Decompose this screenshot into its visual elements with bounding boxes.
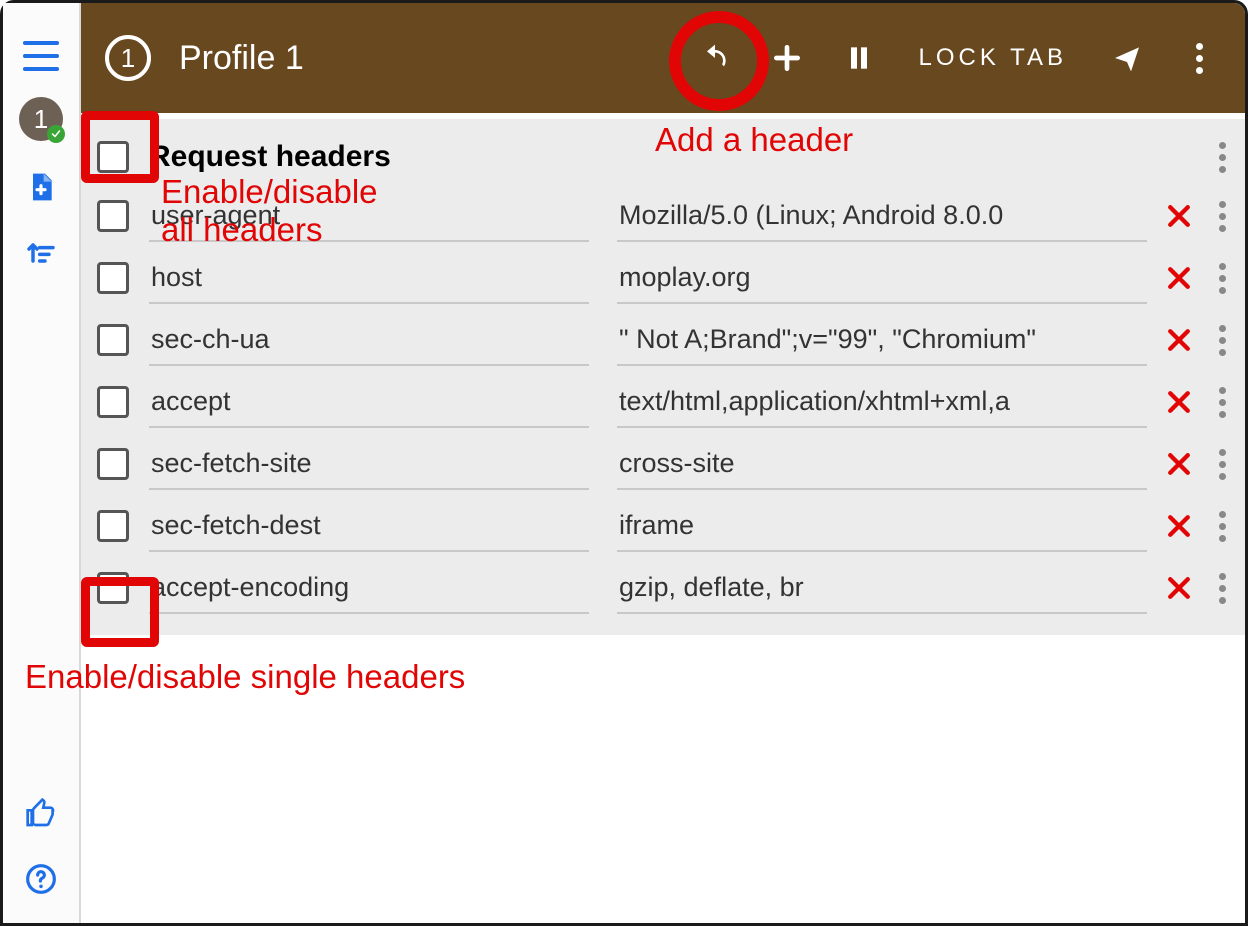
header-value[interactable]: " Not A;Brand";v="99", "Chromium" bbox=[617, 314, 1147, 366]
header-name[interactable]: sec-fetch-site bbox=[149, 438, 589, 490]
toggle-all-checkbox[interactable] bbox=[97, 141, 129, 173]
delete-icon[interactable] bbox=[1159, 320, 1199, 360]
header-row: sec-ch-ua " Not A;Brand";v="99", "Chromiu… bbox=[97, 309, 1239, 371]
header-value[interactable]: gzip, deflate, br bbox=[617, 562, 1147, 614]
more-icon[interactable] bbox=[1177, 36, 1221, 80]
section-title: Request headers bbox=[149, 140, 1199, 174]
row-menu[interactable] bbox=[1205, 506, 1239, 546]
delete-icon[interactable] bbox=[1159, 444, 1199, 484]
app-bar: 1 Profile 1 LOCK TAB bbox=[81, 3, 1245, 113]
header-value[interactable]: iframe bbox=[617, 500, 1147, 552]
header-name[interactable]: host bbox=[149, 252, 589, 304]
header-checkbox[interactable] bbox=[97, 386, 129, 418]
profile-indicator[interactable]: 1 bbox=[105, 35, 151, 81]
header-checkbox[interactable] bbox=[97, 510, 129, 542]
row-menu[interactable] bbox=[1205, 196, 1239, 236]
thumbs-up-icon[interactable] bbox=[21, 793, 61, 833]
header-checkbox[interactable] bbox=[97, 324, 129, 356]
add-file-icon[interactable] bbox=[21, 167, 61, 207]
header-checkbox[interactable] bbox=[97, 448, 129, 480]
content: Request headers user-agent Mozilla/5.0 (L… bbox=[81, 113, 1245, 923]
sort-icon[interactable] bbox=[21, 233, 61, 273]
header-row: sec-fetch-dest iframe bbox=[97, 495, 1239, 557]
share-icon[interactable] bbox=[1105, 36, 1149, 80]
header-name[interactable]: accept-encoding bbox=[149, 562, 589, 614]
header-row: user-agent Mozilla/5.0 (Linux; Android 8.… bbox=[97, 185, 1239, 247]
row-menu[interactable] bbox=[1205, 258, 1239, 298]
sidebar-profile-badge[interactable]: 1 bbox=[19, 97, 63, 141]
delete-icon[interactable] bbox=[1159, 506, 1199, 546]
delete-icon[interactable] bbox=[1159, 568, 1199, 608]
header-checkbox[interactable] bbox=[97, 572, 129, 604]
header-checkbox[interactable] bbox=[97, 262, 129, 294]
delete-icon[interactable] bbox=[1159, 382, 1199, 422]
undo-icon[interactable] bbox=[693, 36, 737, 80]
header-checkbox[interactable] bbox=[97, 200, 129, 232]
row-menu[interactable] bbox=[1205, 444, 1239, 484]
check-icon bbox=[47, 125, 65, 143]
header-name[interactable]: user-agent bbox=[149, 190, 589, 242]
row-menu[interactable] bbox=[1205, 382, 1239, 422]
section-menu[interactable] bbox=[1205, 137, 1239, 177]
header-value[interactable]: moplay.org bbox=[617, 252, 1147, 304]
row-menu[interactable] bbox=[1205, 320, 1239, 360]
sidebar: 1 bbox=[3, 3, 81, 923]
section-header: Request headers bbox=[97, 129, 1239, 185]
menu-icon[interactable] bbox=[23, 41, 59, 71]
profile-number: 1 bbox=[34, 104, 48, 135]
header-name[interactable]: sec-fetch-dest bbox=[149, 500, 589, 552]
lock-tab-button[interactable]: LOCK TAB bbox=[909, 44, 1077, 72]
delete-icon[interactable] bbox=[1159, 196, 1199, 236]
pause-icon[interactable] bbox=[837, 36, 881, 80]
help-icon[interactable] bbox=[21, 859, 61, 899]
request-headers-section: Request headers user-agent Mozilla/5.0 (L… bbox=[81, 119, 1245, 635]
header-row: accept-encoding gzip, deflate, br bbox=[97, 557, 1239, 619]
app-title: Profile 1 bbox=[179, 39, 665, 78]
header-row: accept text/html,application/xhtml+xml,a bbox=[97, 371, 1239, 433]
header-value[interactable]: text/html,application/xhtml+xml,a bbox=[617, 376, 1147, 428]
header-row: host moplay.org bbox=[97, 247, 1239, 309]
header-row: sec-fetch-site cross-site bbox=[97, 433, 1239, 495]
header-name[interactable]: sec-ch-ua bbox=[149, 314, 589, 366]
add-icon[interactable] bbox=[765, 36, 809, 80]
delete-icon[interactable] bbox=[1159, 258, 1199, 298]
header-value[interactable]: Mozilla/5.0 (Linux; Android 8.0.0 bbox=[617, 190, 1147, 242]
header-value[interactable]: cross-site bbox=[617, 438, 1147, 490]
header-name[interactable]: accept bbox=[149, 376, 589, 428]
row-menu[interactable] bbox=[1205, 568, 1239, 608]
